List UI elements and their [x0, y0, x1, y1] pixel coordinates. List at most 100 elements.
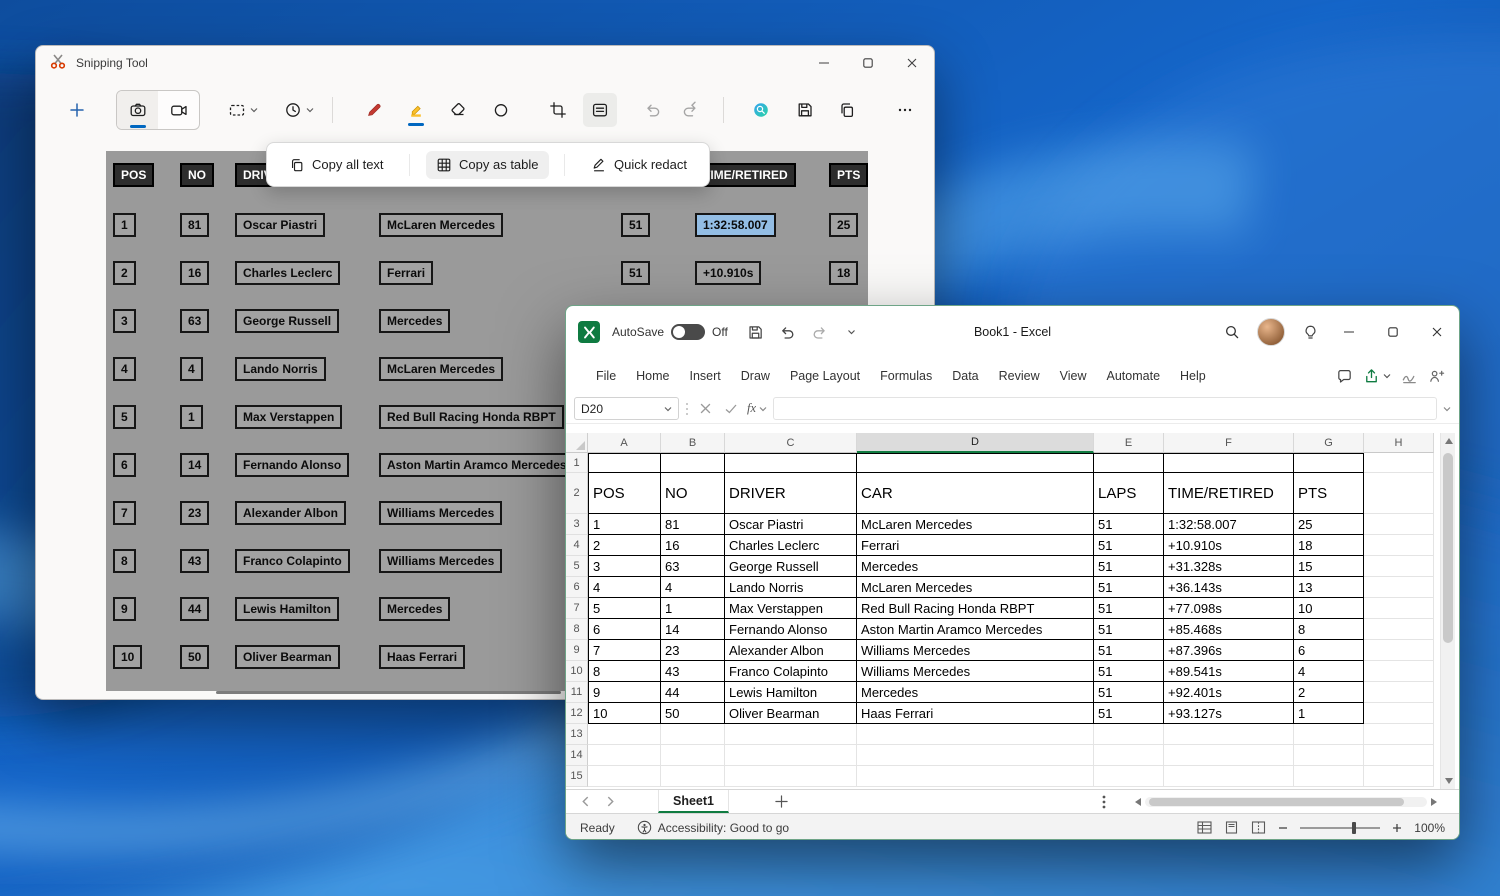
- ribbon-tab-home[interactable]: Home: [626, 359, 679, 393]
- snip-text-box[interactable]: 23: [180, 501, 209, 525]
- cell[interactable]: +92.401s: [1164, 682, 1294, 703]
- cell[interactable]: [1364, 535, 1434, 556]
- ribbon-tab-help[interactable]: Help: [1170, 359, 1216, 393]
- cell[interactable]: [725, 453, 857, 473]
- snip-text-box[interactable]: 51: [621, 261, 650, 285]
- cell[interactable]: [661, 724, 725, 745]
- comments-button[interactable]: [1336, 368, 1353, 385]
- save-button[interactable]: [788, 93, 822, 127]
- cell[interactable]: [1364, 661, 1434, 682]
- horizontal-scrollbar-thumb[interactable]: [1149, 798, 1404, 806]
- zoom-slider-thumb[interactable]: [1352, 822, 1356, 834]
- snip-text-box[interactable]: 7: [113, 501, 136, 525]
- snip-text-box[interactable]: 4: [113, 357, 136, 381]
- cell[interactable]: [1294, 453, 1364, 473]
- normal-view-button[interactable]: [1197, 821, 1212, 834]
- cell[interactable]: [588, 766, 661, 787]
- horizontal-scroll-track[interactable]: [1145, 797, 1427, 807]
- snip-text-box[interactable]: 3: [113, 309, 136, 333]
- cell[interactable]: 8: [1294, 619, 1364, 640]
- cell[interactable]: [1364, 682, 1434, 703]
- cell[interactable]: 4: [588, 577, 661, 598]
- snip-text-box[interactable]: Charles Leclerc: [235, 261, 340, 285]
- column-header-b[interactable]: B: [661, 433, 725, 453]
- snip-text-box[interactable]: Haas Ferrari: [379, 645, 465, 669]
- snip-text-box[interactable]: Aston Martin Aramco Mercedes: [379, 453, 575, 477]
- cell[interactable]: 51: [1094, 703, 1164, 724]
- ribbon-tab-formulas[interactable]: Formulas: [870, 359, 942, 393]
- cell[interactable]: [1364, 640, 1434, 661]
- cell[interactable]: NO: [661, 473, 725, 514]
- cell[interactable]: [1364, 556, 1434, 577]
- zoom-slider[interactable]: [1300, 827, 1380, 829]
- new-snip-button[interactable]: [60, 93, 94, 127]
- cell[interactable]: 14: [661, 619, 725, 640]
- row-header-7[interactable]: 7: [566, 598, 588, 619]
- cell[interactable]: 51: [1094, 640, 1164, 661]
- cell[interactable]: Alexander Albon: [725, 640, 857, 661]
- cell[interactable]: Lewis Hamilton: [725, 682, 857, 703]
- column-header-g[interactable]: G: [1294, 433, 1364, 453]
- cell[interactable]: [1364, 724, 1434, 745]
- row-header-5[interactable]: 5: [566, 556, 588, 577]
- snip-text-box[interactable]: Ferrari: [379, 261, 433, 285]
- cell[interactable]: +31.328s: [1164, 556, 1294, 577]
- cell[interactable]: [1364, 619, 1434, 640]
- snip-text-box[interactable]: 16: [180, 261, 209, 285]
- next-sheet-button[interactable]: [607, 796, 614, 807]
- snip-text-box[interactable]: 63: [180, 309, 209, 333]
- snip-text-box[interactable]: 50: [180, 645, 209, 669]
- minimize-button[interactable]: [802, 46, 846, 80]
- account-avatar[interactable]: [1257, 318, 1285, 346]
- row-header-2[interactable]: 2: [566, 473, 588, 514]
- snip-text-box[interactable]: 14: [180, 453, 209, 477]
- cell[interactable]: Red Bull Racing Honda RBPT: [857, 598, 1094, 619]
- share-button[interactable]: [1363, 368, 1391, 385]
- cell[interactable]: 10: [1294, 598, 1364, 619]
- snip-text-box[interactable]: 25: [829, 213, 858, 237]
- snip-header-box[interactable]: PTS: [829, 163, 868, 187]
- add-sheet-button[interactable]: [775, 795, 788, 808]
- customize-toolbar-dropdown[interactable]: [838, 318, 866, 346]
- cell[interactable]: George Russell: [725, 556, 857, 577]
- cell[interactable]: [1364, 453, 1434, 473]
- cell[interactable]: +93.127s: [1164, 703, 1294, 724]
- redo-button[interactable]: [806, 318, 834, 346]
- name-box[interactable]: D20: [574, 397, 679, 420]
- expand-formula-bar-icon[interactable]: [1443, 406, 1451, 412]
- cell[interactable]: +10.910s: [1164, 535, 1294, 556]
- row-header-10[interactable]: 10: [566, 661, 588, 682]
- snip-text-box[interactable]: 6: [113, 453, 136, 477]
- cell[interactable]: 1: [588, 514, 661, 535]
- cell[interactable]: [588, 745, 661, 766]
- vertical-scrollbar-thumb[interactable]: [1443, 453, 1453, 643]
- close-button[interactable]: [1415, 306, 1459, 358]
- page-layout-view-button[interactable]: [1224, 821, 1239, 834]
- cell[interactable]: +87.396s: [1164, 640, 1294, 661]
- cell[interactable]: +36.143s: [1164, 577, 1294, 598]
- cell[interactable]: +85.468s: [1164, 619, 1294, 640]
- cell[interactable]: 2: [1294, 682, 1364, 703]
- cell[interactable]: [725, 745, 857, 766]
- column-header-c[interactable]: C: [725, 433, 857, 453]
- cell[interactable]: [857, 724, 1094, 745]
- snip-text-box[interactable]: +10.910s: [695, 261, 761, 285]
- cell[interactable]: [1364, 473, 1434, 514]
- snip-text-box[interactable]: 9: [113, 597, 136, 621]
- ribbon-tab-automate[interactable]: Automate: [1097, 359, 1171, 393]
- shapes-tool-button[interactable]: [484, 93, 518, 127]
- cell[interactable]: 15: [1294, 556, 1364, 577]
- snip-text-box[interactable]: Mercedes: [379, 597, 450, 621]
- cell[interactable]: [661, 453, 725, 473]
- cell[interactable]: 13: [1294, 577, 1364, 598]
- formula-cancel-button[interactable]: [695, 398, 715, 420]
- cell[interactable]: McLaren Mercedes: [857, 514, 1094, 535]
- snip-text-box[interactable]: Franco Colapinto: [235, 549, 350, 573]
- cell[interactable]: PTS: [1294, 473, 1364, 514]
- cell[interactable]: [1364, 514, 1434, 535]
- undo-button[interactable]: [774, 318, 802, 346]
- row-header-6[interactable]: 6: [566, 577, 588, 598]
- cell[interactable]: [1294, 745, 1364, 766]
- column-header-f[interactable]: F: [1164, 433, 1294, 453]
- cell[interactable]: [725, 724, 857, 745]
